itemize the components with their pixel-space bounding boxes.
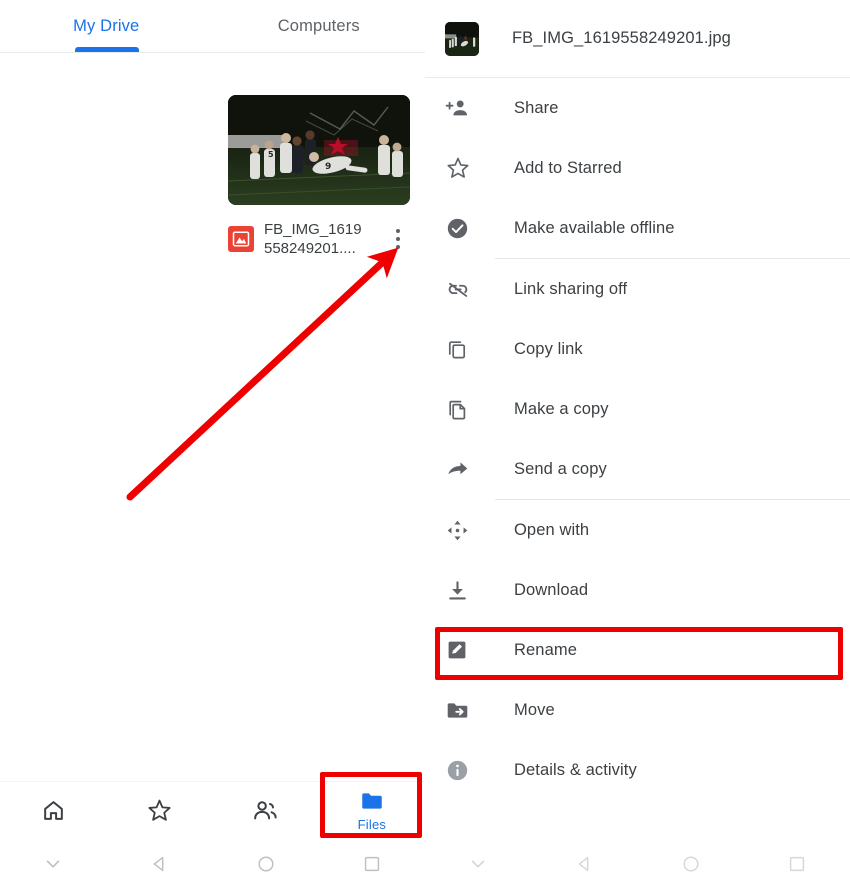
nav-files-label: Files — [357, 817, 387, 832]
file-name-line1: FB_IMG_1619 — [264, 221, 362, 238]
menu-item-download[interactable]: Download — [425, 560, 850, 620]
tab-my-drive[interactable]: My Drive — [0, 0, 213, 53]
download-icon — [445, 578, 483, 603]
sysnav-hide-keyboard[interactable] — [0, 853, 106, 875]
open-with-icon — [445, 518, 483, 543]
home-circle-icon — [680, 853, 702, 875]
link-off-icon — [445, 276, 483, 302]
person-add-icon — [445, 96, 483, 121]
menu-item-share[interactable]: Share — [425, 78, 850, 138]
folder-icon — [359, 788, 385, 814]
file-thumbnail[interactable]: 9 5 — [228, 95, 410, 205]
file-options-sheet-panel: FB_IMG_1619558249201.jpg Share Add to St… — [425, 0, 850, 887]
move-folder-icon — [445, 698, 483, 723]
chevron-down-icon — [42, 853, 64, 875]
android-system-bar-right — [425, 840, 850, 887]
nav-files[interactable]: Files — [319, 782, 425, 839]
sysnav-home[interactable] — [213, 853, 319, 875]
file-list-row[interactable]: FB_IMG_1619 558249201.... — [228, 217, 410, 261]
bottom-navigation-bar: Files — [0, 781, 425, 838]
file-copy-icon — [445, 397, 483, 421]
menu-item-open-with[interactable]: Open with — [425, 500, 850, 560]
sysnav-hide-keyboard[interactable] — [425, 853, 531, 875]
nav-shared[interactable] — [213, 782, 319, 839]
menu-label: Share — [514, 98, 559, 117]
file-name-label: FB_IMG_1619 558249201.... — [264, 220, 374, 258]
menu-item-link-sharing-off[interactable]: Link sharing off — [425, 259, 850, 319]
sysnav-recents[interactable] — [744, 853, 850, 875]
star-icon — [146, 797, 173, 824]
menu-item-details-activity[interactable]: Details & activity — [425, 740, 850, 800]
nav-home[interactable] — [0, 782, 106, 839]
menu-item-make-a-copy[interactable]: Make a copy — [425, 379, 850, 439]
menu-label: Download — [514, 580, 589, 599]
menu-label: Send a copy — [514, 459, 607, 478]
drive-tabs: My Drive Computers — [0, 0, 425, 53]
screenshot-root: My Drive Computers 9 5 FB_IMG_1619 55824… — [0, 0, 850, 887]
tabs-bottom-divider — [0, 52, 425, 53]
menu-label: Rename — [514, 640, 577, 659]
menu-item-make-available-offline[interactable]: Make available offline — [425, 198, 850, 258]
menu-label: Copy link — [514, 339, 583, 358]
chevron-down-icon — [467, 853, 489, 875]
menu-item-rename[interactable]: Rename — [425, 620, 850, 680]
file-card[interactable]: 9 5 FB_IMG_1619 558249201.... — [228, 95, 410, 261]
home-icon — [41, 798, 66, 823]
drive-file-list-panel: My Drive Computers 9 5 FB_IMG_1619 55824… — [0, 0, 425, 887]
nav-starred[interactable] — [106, 782, 212, 839]
back-triangle-icon — [573, 853, 595, 875]
rename-pencil-icon — [445, 638, 483, 662]
sysnav-recents[interactable] — [319, 853, 425, 875]
sheet-header: FB_IMG_1619558249201.jpg — [425, 0, 850, 78]
menu-label: Add to Starred — [514, 158, 622, 177]
recents-square-icon — [361, 853, 383, 875]
offline-check-icon — [445, 216, 483, 241]
active-tab-indicator — [75, 47, 139, 52]
sysnav-back[interactable] — [106, 853, 212, 875]
sheet-file-thumbnail — [445, 21, 479, 56]
file-name-line2: 558249201.... — [264, 240, 356, 257]
menu-item-add-to-starred[interactable]: Add to Starred — [425, 138, 850, 198]
menu-item-send-a-copy[interactable]: Send a copy — [425, 439, 850, 499]
menu-label: Move — [514, 700, 555, 719]
sysnav-back[interactable] — [531, 853, 637, 875]
menu-item-copy-link[interactable]: Copy link — [425, 319, 850, 379]
recents-square-icon — [786, 853, 808, 875]
android-system-bar-left — [0, 840, 425, 887]
menu-label: Make a copy — [514, 399, 609, 418]
tab-computers[interactable]: Computers — [213, 0, 426, 53]
send-arrow-icon — [445, 457, 483, 482]
options-menu: Share Add to Starred Make available offl… — [425, 78, 850, 800]
people-icon — [252, 797, 279, 824]
menu-label: Details & activity — [514, 760, 637, 779]
info-icon — [445, 758, 483, 783]
menu-label: Link sharing off — [514, 279, 628, 298]
menu-label: Open with — [514, 520, 590, 539]
home-circle-icon — [255, 853, 277, 875]
menu-item-move[interactable]: Move — [425, 680, 850, 740]
sheet-file-title: FB_IMG_1619558249201.jpg — [512, 29, 731, 47]
sysnav-home[interactable] — [638, 853, 744, 875]
back-triangle-icon — [148, 853, 170, 875]
image-icon — [228, 226, 254, 252]
more-vert-icon[interactable] — [386, 221, 410, 257]
star-outline-icon — [445, 155, 483, 181]
copy-link-icon — [445, 337, 483, 361]
menu-label: Make available offline — [514, 218, 675, 237]
